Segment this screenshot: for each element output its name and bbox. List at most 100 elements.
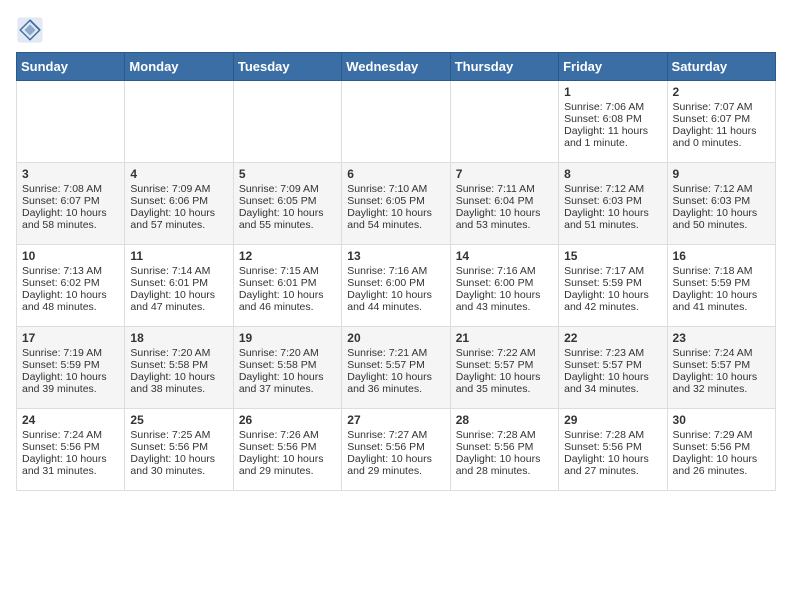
calendar-cell bbox=[233, 81, 341, 163]
day-of-week-header: Friday bbox=[559, 53, 667, 81]
day-info: Daylight: 10 hours and 51 minutes. bbox=[564, 207, 661, 231]
day-info: Sunset: 6:02 PM bbox=[22, 277, 119, 289]
calendar-cell: 21Sunrise: 7:22 AMSunset: 5:57 PMDayligh… bbox=[450, 327, 558, 409]
calendar-cell: 3Sunrise: 7:08 AMSunset: 6:07 PMDaylight… bbox=[17, 163, 125, 245]
day-of-week-header: Wednesday bbox=[342, 53, 450, 81]
day-info: Sunrise: 7:29 AM bbox=[673, 429, 770, 441]
day-info: Daylight: 10 hours and 37 minutes. bbox=[239, 371, 336, 395]
day-info: Sunrise: 7:23 AM bbox=[564, 347, 661, 359]
calendar-week-row: 17Sunrise: 7:19 AMSunset: 5:59 PMDayligh… bbox=[17, 327, 776, 409]
day-info: Sunrise: 7:07 AM bbox=[673, 101, 770, 113]
day-info: Sunset: 5:58 PM bbox=[130, 359, 227, 371]
page-header bbox=[16, 16, 776, 44]
day-number: 6 bbox=[347, 167, 444, 181]
day-info: Daylight: 10 hours and 53 minutes. bbox=[456, 207, 553, 231]
day-number: 21 bbox=[456, 331, 553, 345]
day-info: Daylight: 10 hours and 57 minutes. bbox=[130, 207, 227, 231]
day-number: 10 bbox=[22, 249, 119, 263]
day-info: Daylight: 10 hours and 44 minutes. bbox=[347, 289, 444, 313]
day-info: Sunset: 6:00 PM bbox=[347, 277, 444, 289]
calendar-cell: 11Sunrise: 7:14 AMSunset: 6:01 PMDayligh… bbox=[125, 245, 233, 327]
day-info: Sunset: 6:01 PM bbox=[130, 277, 227, 289]
day-number: 18 bbox=[130, 331, 227, 345]
calendar-cell bbox=[342, 81, 450, 163]
day-info: Sunset: 5:56 PM bbox=[564, 441, 661, 453]
day-number: 29 bbox=[564, 413, 661, 427]
day-number: 28 bbox=[456, 413, 553, 427]
day-info: Sunset: 5:56 PM bbox=[130, 441, 227, 453]
day-info: Daylight: 10 hours and 34 minutes. bbox=[564, 371, 661, 395]
day-info: Sunset: 5:59 PM bbox=[22, 359, 119, 371]
day-info: Sunset: 5:56 PM bbox=[239, 441, 336, 453]
calendar-cell: 13 Sunrise: 7:16 AMSunset: 6:00 PMDayligh… bbox=[342, 245, 450, 327]
calendar-cell: 24Sunrise: 7:24 AMSunset: 5:56 PMDayligh… bbox=[17, 409, 125, 491]
day-info: Sunset: 5:57 PM bbox=[456, 359, 553, 371]
calendar-cell: 9 Sunrise: 7:12 AMSunset: 6:03 PMDaylight… bbox=[667, 163, 775, 245]
calendar-cell: 29Sunrise: 7:28 AMSunset: 5:56 PMDayligh… bbox=[559, 409, 667, 491]
calendar-week-row: 10Sunrise: 7:13 AMSunset: 6:02 PMDayligh… bbox=[17, 245, 776, 327]
day-info: Sunrise: 7:14 AM bbox=[130, 265, 227, 277]
calendar-cell: 18Sunrise: 7:20 AMSunset: 5:58 PMDayligh… bbox=[125, 327, 233, 409]
day-number: 19 bbox=[239, 331, 336, 345]
day-info: Sunset: 5:57 PM bbox=[564, 359, 661, 371]
calendar-cell: 14Sunrise: 7:16 AMSunset: 6:00 PMDayligh… bbox=[450, 245, 558, 327]
day-info: Daylight: 10 hours and 30 minutes. bbox=[130, 453, 227, 477]
day-info: Daylight: 10 hours and 39 minutes. bbox=[22, 371, 119, 395]
day-info: Daylight: 10 hours and 55 minutes. bbox=[239, 207, 336, 231]
day-number: 13 bbox=[347, 249, 444, 263]
day-info: Daylight: 10 hours and 43 minutes. bbox=[456, 289, 553, 313]
day-info: Sunset: 6:06 PM bbox=[130, 195, 227, 207]
day-info: Sunrise: 7:11 AM bbox=[456, 183, 553, 195]
day-number: 27 bbox=[347, 413, 444, 427]
day-info: Sunrise: 7:21 AM bbox=[347, 347, 444, 359]
day-number: 23 bbox=[673, 331, 770, 345]
day-info: Sunrise: 7:16 AM bbox=[347, 265, 444, 277]
logo-icon bbox=[16, 16, 44, 44]
day-info: Sunrise: 7:24 AM bbox=[673, 347, 770, 359]
day-info: Sunrise: 7:28 AM bbox=[456, 429, 553, 441]
day-info: Sunrise: 7:09 AM bbox=[130, 183, 227, 195]
day-number: 22 bbox=[564, 331, 661, 345]
day-header-row: SundayMondayTuesdayWednesdayThursdayFrid… bbox=[17, 53, 776, 81]
day-of-week-header: Saturday bbox=[667, 53, 775, 81]
day-info: Sunset: 5:57 PM bbox=[347, 359, 444, 371]
day-info: Sunrise: 7:12 AM bbox=[673, 183, 770, 195]
day-info: Daylight: 10 hours and 28 minutes. bbox=[456, 453, 553, 477]
day-info: Sunrise: 7:17 AM bbox=[564, 265, 661, 277]
day-info: Daylight: 10 hours and 54 minutes. bbox=[347, 207, 444, 231]
day-number: 30 bbox=[673, 413, 770, 427]
day-number: 14 bbox=[456, 249, 553, 263]
day-info: Sunset: 5:58 PM bbox=[239, 359, 336, 371]
day-of-week-header: Sunday bbox=[17, 53, 125, 81]
day-info: Daylight: 10 hours and 50 minutes. bbox=[673, 207, 770, 231]
day-info: Daylight: 10 hours and 42 minutes. bbox=[564, 289, 661, 313]
day-info: Daylight: 10 hours and 46 minutes. bbox=[239, 289, 336, 313]
day-info: Sunset: 5:56 PM bbox=[673, 441, 770, 453]
day-info: Daylight: 10 hours and 47 minutes. bbox=[130, 289, 227, 313]
day-number: 7 bbox=[456, 167, 553, 181]
day-number: 12 bbox=[239, 249, 336, 263]
day-info: Sunset: 5:59 PM bbox=[673, 277, 770, 289]
calendar-cell: 7 Sunrise: 7:11 AMSunset: 6:04 PMDaylight… bbox=[450, 163, 558, 245]
calendar-cell: 12Sunrise: 7:15 AMSunset: 6:01 PMDayligh… bbox=[233, 245, 341, 327]
day-info: Sunset: 5:59 PM bbox=[564, 277, 661, 289]
calendar-cell: 20Sunrise: 7:21 AMSunset: 5:57 PMDayligh… bbox=[342, 327, 450, 409]
day-number: 16 bbox=[673, 249, 770, 263]
day-number: 4 bbox=[130, 167, 227, 181]
day-info: Sunset: 6:03 PM bbox=[564, 195, 661, 207]
day-number: 9 bbox=[673, 167, 770, 181]
day-info: Daylight: 10 hours and 31 minutes. bbox=[22, 453, 119, 477]
day-info: Sunrise: 7:25 AM bbox=[130, 429, 227, 441]
day-info: Sunrise: 7:16 AM bbox=[456, 265, 553, 277]
calendar-week-row: 1Sunrise: 7:06 AMSunset: 6:08 PMDaylight… bbox=[17, 81, 776, 163]
calendar-cell: 30Sunrise: 7:29 AMSunset: 5:56 PMDayligh… bbox=[667, 409, 775, 491]
day-info: Sunset: 6:03 PM bbox=[673, 195, 770, 207]
day-info: Daylight: 10 hours and 29 minutes. bbox=[239, 453, 336, 477]
day-info: Sunset: 6:04 PM bbox=[456, 195, 553, 207]
day-info: Sunset: 5:57 PM bbox=[673, 359, 770, 371]
calendar-cell: 17Sunrise: 7:19 AMSunset: 5:59 PMDayligh… bbox=[17, 327, 125, 409]
calendar-cell bbox=[125, 81, 233, 163]
calendar-cell: 26Sunrise: 7:26 AMSunset: 5:56 PMDayligh… bbox=[233, 409, 341, 491]
calendar-cell: 16Sunrise: 7:18 AMSunset: 5:59 PMDayligh… bbox=[667, 245, 775, 327]
day-info: Daylight: 10 hours and 48 minutes. bbox=[22, 289, 119, 313]
